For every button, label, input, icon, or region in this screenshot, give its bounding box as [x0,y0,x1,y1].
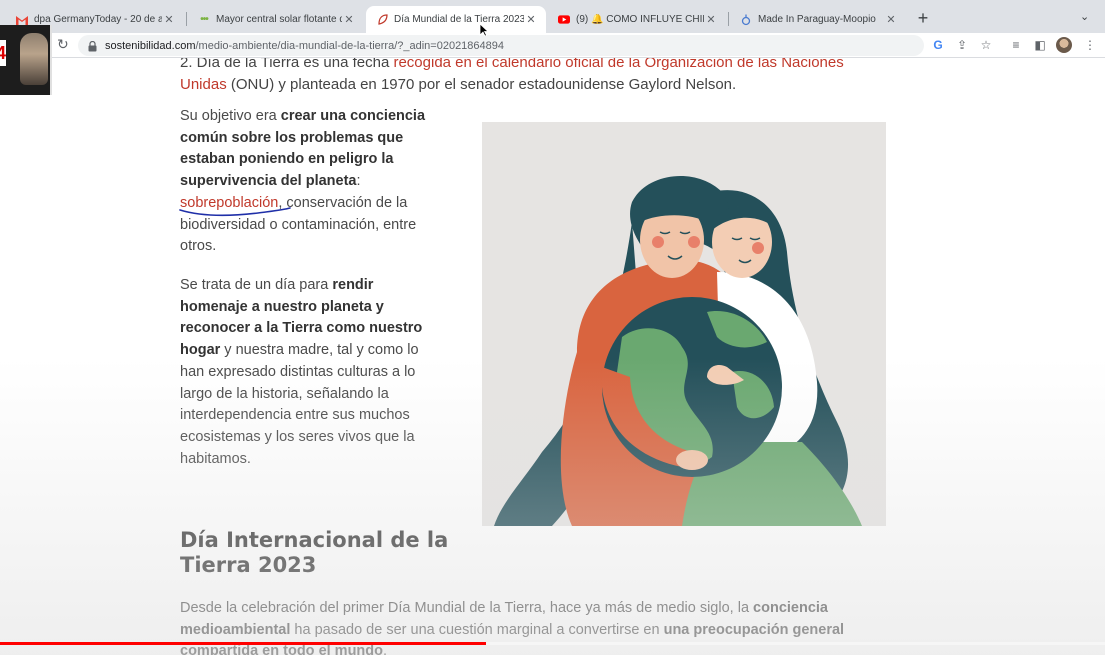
p1-start: Su objetivo era [180,108,281,124]
p2-rest: y nuestra madre, tal y como lo han expre… [180,342,419,467]
calendar-link[interactable]: recogida en el calendario oficial de la … [393,58,843,71]
close-icon[interactable]: ✕ [162,13,176,26]
close-icon[interactable]: ✕ [704,13,718,26]
pen-annotation-underline [179,207,291,217]
onu-link[interactable]: Unidas [180,76,227,93]
tab-search-button[interactable]: ⌄ [1080,10,1089,23]
gmail-icon [16,14,28,26]
side-panel-icon[interactable]: ◧ [1032,38,1048,52]
paragraph-objetivo: Su objetivo era crear una conciencia com… [180,106,440,258]
tab-strip: dpa GermanyToday - 20 de abr ✕ ••• Mayor… [0,0,1105,33]
paragraph-homenaje: Se trata de un día para rendir homenaje … [180,275,440,470]
lock-icon[interactable] [88,40,98,51]
reload-icon[interactable]: ↻ [57,36,69,53]
tab-title: (9) 🔔 CÓMO INFLUYE CHINA [576,14,704,25]
earth-hug-image [494,175,862,526]
tab-separator [728,12,729,26]
close-icon[interactable]: ✕ [524,13,538,26]
section-heading: Día Internacional de la Tierra 2023 [180,528,449,577]
close-icon[interactable]: ✕ [342,13,356,26]
address-bar[interactable]: sostenibilidad.com/medio-ambiente/dia-mu… [78,35,924,56]
close-icon[interactable]: ✕ [884,13,898,26]
moopio-icon [740,14,752,26]
youtube-icon [558,14,570,26]
p3-end: . [383,643,388,655]
tab-title: dpa GermanyToday - 20 de abr [34,14,162,25]
tab-separator [186,12,187,26]
presenter-image [20,33,48,85]
intro-text: 2. Día de la Tierra es una fecha recogid… [180,58,880,96]
reading-list-icon[interactable]: ≡ [1008,38,1024,52]
mouse-cursor-icon [479,23,489,37]
tab-youtube[interactable]: (9) 🔔 CÓMO INFLUYE CHINA ✕ [548,6,726,33]
tab-dia-tierra[interactable]: Día Mundial de la Tierra 2023 ✕ [366,6,546,33]
p3-start: Desde la celebración del primer Día Mund… [180,600,754,616]
video-progress-bar[interactable] [0,642,1105,645]
url-path: /medio-ambiente/dia-mundial-de-la-tierra… [195,39,505,52]
video-progress-fill [0,642,487,645]
kebab-menu-icon[interactable]: ⋮ [1082,38,1098,52]
intro-rest: (ONU) y planteada en 1970 por el senador… [226,76,737,93]
share-icon[interactable]: ⇪ [954,38,970,52]
new-tab-button[interactable]: + [913,8,933,28]
browser-toolbar: ↻ sostenibilidad.com/medio-ambiente/dia-… [0,33,1105,58]
p2-start: Se trata de un día para [180,277,333,293]
p1-colon: : [356,173,361,190]
url-host: sostenibilidad.com [105,39,196,52]
google-lens-icon[interactable]: G [930,38,946,52]
tab-title: Mayor central solar flotante de [216,14,342,25]
intro-prefix: 2. Día de la Tierra es una fecha [180,58,394,71]
page-content: 2. Día de la Tierra es una fecha recogid… [0,58,1105,655]
p3-mid: ha pasado de ser una cuestión marginal a… [290,621,664,638]
avatar[interactable] [1056,37,1072,53]
leaf-icon [376,14,388,26]
bookmark-star-icon[interactable]: ☆ [978,38,994,52]
earth-hug-illustration [482,122,886,526]
tab-solar[interactable]: ••• Mayor central solar flotante de ✕ [188,6,364,33]
tab-moopio[interactable]: Made In Paraguay-Moopio ✕ [730,6,906,33]
video-pip-thumbnail[interactable]: 4 [0,25,52,95]
paragraph-conciencia: Desde la celebración del primer Día Mund… [180,598,880,655]
dots-icon: ••• [200,14,209,25]
tab-title: Día Mundial de la Tierra 2023 [394,14,524,25]
tab-title: Made In Paraguay-Moopio [758,14,876,25]
pip-number: 4 [0,40,6,66]
